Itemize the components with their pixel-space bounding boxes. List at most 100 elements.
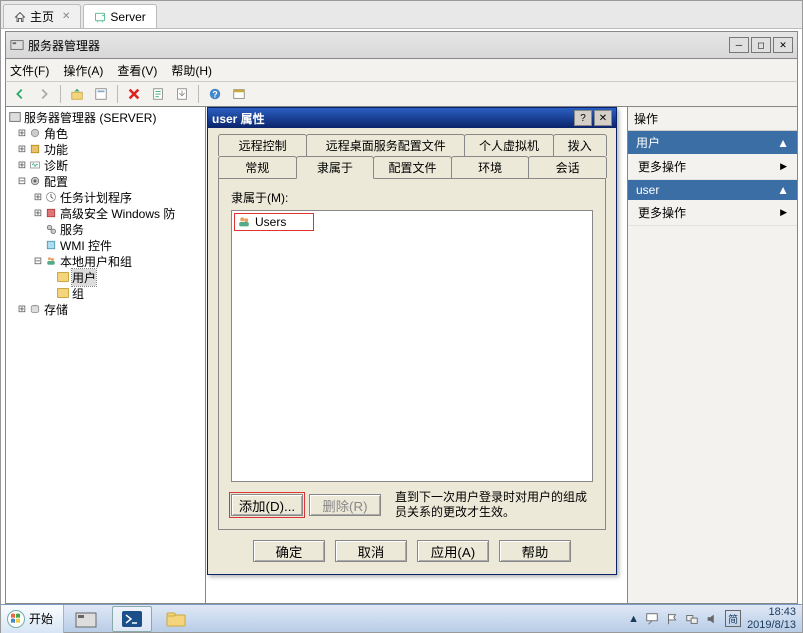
tray-date: 2019/8/13 — [747, 619, 796, 631]
home-icon — [14, 11, 26, 23]
maximize-button[interactable]: ◻ — [751, 37, 771, 53]
expand-icon[interactable]: ⊞ — [16, 304, 28, 315]
member-of-list[interactable]: Users — [231, 210, 593, 482]
folder-icon — [56, 286, 70, 300]
expand-icon[interactable]: ⊞ — [16, 160, 28, 171]
tray-up-icon[interactable]: ▲ — [628, 613, 639, 625]
actions-more-users[interactable]: 更多操作 ▶ — [628, 154, 797, 180]
tab-rds-profile[interactable]: 远程桌面服务配置文件 — [306, 134, 465, 156]
roles-icon — [28, 126, 42, 140]
apply-button[interactable]: 应用(A) — [417, 540, 489, 562]
tree-services[interactable]: 服务 — [6, 221, 205, 237]
tree-wmi[interactable]: WMI 控件 — [6, 237, 205, 253]
tree-roles[interactable]: ⊞角色 — [6, 125, 205, 141]
wmi-icon — [44, 238, 58, 252]
add-button[interactable]: 添加(D)... — [231, 494, 303, 516]
tab-server-label: Server — [110, 10, 145, 24]
tree-root[interactable]: 服务器管理器 (SERVER) — [6, 109, 205, 125]
properties-button[interactable] — [91, 84, 111, 104]
menu-help[interactable]: 帮助(H) — [171, 62, 212, 79]
menu-action[interactable]: 操作(A) — [63, 62, 103, 79]
features-icon — [28, 142, 42, 156]
dialog-close-button[interactable]: ✕ — [594, 110, 612, 126]
dialog-titlebar[interactable]: user 属性 ? ✕ — [208, 108, 616, 128]
tab-general[interactable]: 常规 — [218, 156, 297, 178]
svg-text:?: ? — [212, 90, 217, 100]
tray-clock[interactable]: 18:43 2019/8/13 — [747, 606, 796, 630]
member-of-note: 直到下一次用户登录时对用户的组成员关系的更改才生效。 — [395, 490, 593, 521]
expand-icon[interactable]: ⊞ — [16, 144, 28, 155]
delete-button[interactable] — [124, 84, 144, 104]
help-button[interactable]: 帮助 — [499, 540, 571, 562]
tree-lusrmgr[interactable]: ⊟本地用户和组 — [6, 253, 205, 269]
sm-app-icon — [10, 38, 24, 52]
actions-section-user[interactable]: user ▲ — [628, 180, 797, 200]
tree-root-label: 服务器管理器 (SERVER) — [24, 109, 156, 126]
tab-profile[interactable]: 配置文件 — [373, 156, 452, 178]
expand-icon[interactable]: ⊞ — [32, 208, 44, 219]
group-icon — [237, 215, 251, 229]
menu-view[interactable]: 查看(V) — [117, 62, 157, 79]
actions-panel: 操作 用户 ▲ 更多操作 ▶ user ▲ 更多操作 ▶ — [627, 107, 797, 603]
nav-fwd-button[interactable] — [34, 84, 54, 104]
tree-features[interactable]: ⊞功能 — [6, 141, 205, 157]
member-of-label: 隶属于(M): — [231, 189, 593, 206]
close-icon[interactable]: ✕ — [62, 11, 70, 22]
up-button[interactable] — [67, 84, 87, 104]
tree-users[interactable]: 用户 — [6, 269, 205, 285]
dialog-help-button[interactable]: ? — [574, 110, 592, 126]
users-icon — [44, 254, 58, 268]
task-item-server-manager[interactable] — [68, 606, 108, 632]
export-button[interactable] — [172, 84, 192, 104]
tab-personal-vm[interactable]: 个人虚拟机 — [464, 134, 553, 156]
remove-button[interactable]: 删除(R) — [309, 494, 381, 516]
actions-more-user[interactable]: 更多操作 ▶ — [628, 200, 797, 226]
toolbar: ? — [5, 81, 798, 107]
member-item-label: Users — [255, 215, 286, 229]
tree-panel[interactable]: 服务器管理器 (SERVER) ⊞角色 ⊞功能 ⊞诊断 ⊟配置 ⊞任务计划程序 … — [6, 107, 206, 603]
toolbar-extra-button[interactable] — [229, 84, 249, 104]
list-item[interactable]: Users — [234, 213, 314, 231]
minimize-button[interactable]: ─ — [729, 37, 749, 53]
start-button[interactable]: 开始 — [1, 605, 64, 633]
tree-task-scheduler[interactable]: ⊞任务计划程序 — [6, 189, 205, 205]
server-icon — [94, 11, 106, 23]
tab-home[interactable]: 主页 ✕ — [3, 4, 81, 28]
tree-config[interactable]: ⊟配置 — [6, 173, 205, 189]
expand-icon[interactable]: ⊞ — [32, 192, 44, 203]
collapse-icon[interactable]: ⊟ — [32, 256, 44, 267]
cancel-button[interactable]: 取消 — [335, 540, 407, 562]
menu-file[interactable]: 文件(F) — [10, 62, 49, 79]
tree-wfas[interactable]: ⊞高级安全 Windows 防 — [6, 205, 205, 221]
help-button[interactable]: ? — [205, 84, 225, 104]
tab-remote-control[interactable]: 远程控制 — [218, 134, 307, 156]
tray-action-center-icon[interactable] — [645, 612, 659, 626]
tab-member-of[interactable]: 隶属于 — [296, 156, 375, 179]
tab-environment[interactable]: 环境 — [451, 156, 530, 178]
close-button[interactable]: ✕ — [773, 37, 793, 53]
actions-section-users[interactable]: 用户 ▲ — [628, 131, 797, 154]
tray-network-icon[interactable] — [685, 612, 699, 626]
refresh-button[interactable] — [148, 84, 168, 104]
submenu-arrow-icon: ▶ — [780, 161, 787, 172]
tray-volume-icon[interactable] — [705, 612, 719, 626]
tab-server[interactable]: Server — [83, 4, 156, 28]
task-item-explorer[interactable] — [156, 606, 196, 632]
collapse-icon[interactable]: ⊟ — [16, 176, 28, 187]
submenu-arrow-icon: ▶ — [780, 207, 787, 218]
ok-button[interactable]: 确定 — [253, 540, 325, 562]
start-label: 开始 — [29, 610, 53, 627]
tab-sessions[interactable]: 会话 — [528, 156, 607, 178]
expand-icon[interactable]: ⊞ — [16, 128, 28, 139]
diagnostics-icon — [28, 158, 42, 172]
task-item-powershell[interactable] — [112, 606, 152, 632]
tree-diagnostics[interactable]: ⊞诊断 — [6, 157, 205, 173]
tray-ime-icon[interactable]: 简 — [725, 610, 741, 627]
actions-panel-title: 操作 — [628, 107, 797, 131]
gears-icon — [44, 222, 58, 236]
tree-storage[interactable]: ⊞存储 — [6, 301, 205, 317]
nav-back-button[interactable] — [10, 84, 30, 104]
tray-flag-icon[interactable] — [665, 612, 679, 626]
tab-dialin[interactable]: 拨入 — [553, 134, 607, 156]
tree-groups[interactable]: 组 — [6, 285, 205, 301]
